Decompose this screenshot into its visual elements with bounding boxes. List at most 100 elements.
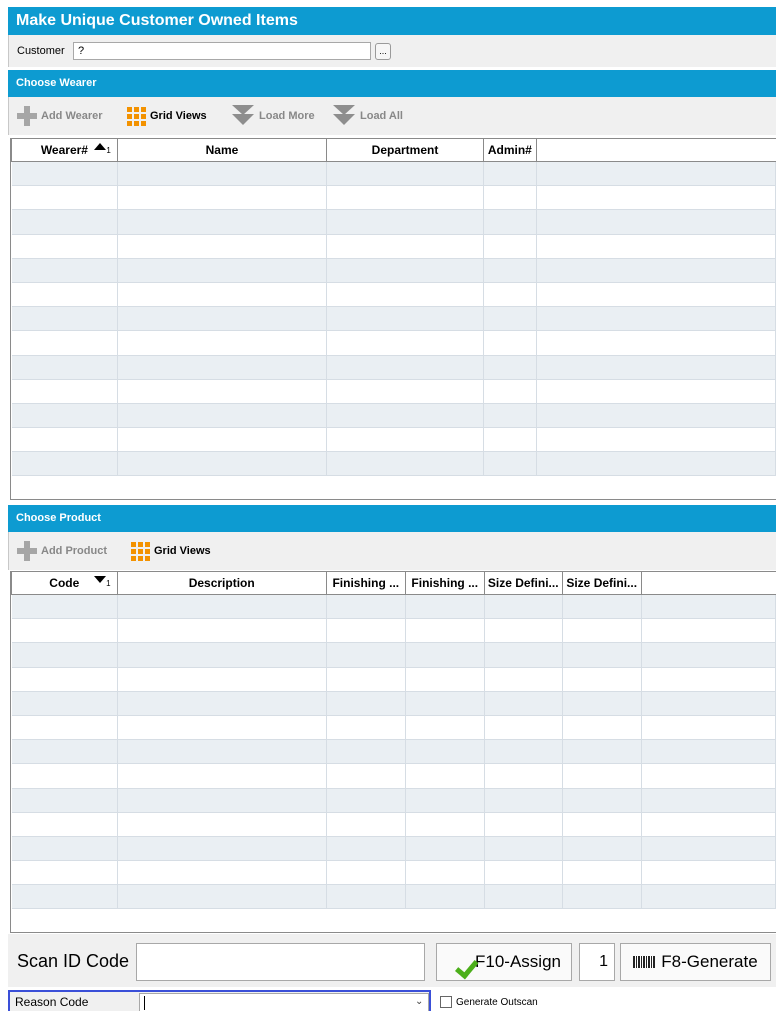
- table-cell: [562, 884, 642, 910]
- table-row[interactable]: [11, 209, 776, 235]
- table-row[interactable]: [11, 642, 776, 668]
- table-cell: [641, 594, 776, 620]
- column-header-size-definition-2[interactable]: Size Defini...: [561, 571, 642, 595]
- add-wearer-label: Add Wearer: [41, 110, 103, 122]
- table-cell: [405, 618, 485, 644]
- column-header-department[interactable]: Department: [326, 138, 484, 162]
- assign-button[interactable]: F10-Assign: [436, 943, 572, 981]
- table-cell: [484, 715, 563, 741]
- table-row[interactable]: [11, 355, 776, 380]
- table-row[interactable]: [11, 427, 776, 453]
- column-header-finishing-2[interactable]: Finishing ...: [404, 571, 485, 595]
- table-cell: [11, 667, 118, 692]
- scan-row: Scan ID Code F10-Assign 1 F8-Generate: [8, 934, 776, 987]
- customer-lookup-button[interactable]: ...: [375, 43, 391, 60]
- table-cell: [326, 234, 484, 259]
- load-all-button[interactable]: Load All: [332, 97, 403, 135]
- generate-outscan-checkbox[interactable]: [440, 996, 452, 1008]
- barcode-icon: [633, 956, 656, 968]
- table-cell: [483, 427, 537, 453]
- table-row[interactable]: [11, 715, 776, 741]
- table-cell: [536, 330, 776, 356]
- assign-label: F10-Assign: [475, 952, 561, 971]
- table-row[interactable]: [11, 884, 776, 910]
- table-row[interactable]: [11, 739, 776, 765]
- grid-icon: [127, 106, 146, 126]
- column-header-finishing-1[interactable]: Finishing ...: [325, 571, 406, 595]
- table-row[interactable]: [11, 836, 776, 862]
- table-cell: [483, 403, 537, 429]
- sort-descending-icon: 1: [94, 575, 111, 588]
- column-header-description[interactable]: Description: [116, 571, 327, 595]
- add-product-label: Add Product: [41, 545, 107, 557]
- table-row[interactable]: [11, 185, 776, 211]
- chevron-double-down-icon: [332, 105, 356, 127]
- table-cell: [536, 161, 776, 187]
- table-cell: [536, 209, 776, 235]
- generate-button[interactable]: F8-Generate: [620, 943, 771, 981]
- table-cell: [326, 594, 406, 620]
- table-row[interactable]: [11, 618, 776, 644]
- product-toolbar: Add Product Grid Views: [8, 532, 776, 570]
- scan-id-input[interactable]: [136, 943, 425, 981]
- table-cell: [117, 403, 328, 429]
- customer-input[interactable]: ?: [73, 42, 371, 60]
- load-more-button[interactable]: Load More: [231, 97, 315, 135]
- table-cell: [562, 594, 642, 620]
- table-cell: [484, 667, 563, 692]
- table-cell: [117, 667, 327, 692]
- quantity-input[interactable]: 1: [579, 943, 615, 981]
- table-row[interactable]: [11, 594, 776, 620]
- table-cell: [326, 618, 406, 644]
- table-row[interactable]: [11, 763, 776, 789]
- table-row[interactable]: [11, 667, 776, 692]
- generate-outscan-toggle[interactable]: Generate Outscan: [440, 996, 538, 1008]
- table-row[interactable]: [11, 234, 776, 259]
- table-cell: [641, 836, 776, 862]
- chevron-down-icon[interactable]: ⌄: [415, 996, 423, 1007]
- column-header-size-definition-1[interactable]: Size Defini...: [483, 571, 563, 595]
- table-cell: [326, 282, 484, 308]
- table-row[interactable]: [11, 691, 776, 716]
- table-cell: [483, 185, 537, 211]
- column-header-code[interactable]: Code 1: [11, 571, 118, 595]
- table-cell: [11, 691, 118, 716]
- column-header-wearer-number[interactable]: Wearer# 1: [11, 138, 118, 162]
- table-cell: [405, 739, 485, 765]
- table-cell: [117, 594, 327, 620]
- table-cell: [483, 330, 537, 356]
- load-more-label: Load More: [259, 110, 315, 122]
- table-cell: [641, 884, 776, 910]
- table-row[interactable]: [11, 258, 776, 283]
- wearer-grid[interactable]: Wearer# 1 Name Department Admin#: [10, 138, 776, 500]
- table-cell: [483, 282, 537, 308]
- customer-row: Customer ? ...: [8, 35, 776, 67]
- table-cell: [326, 739, 406, 765]
- table-row[interactable]: [11, 161, 776, 187]
- column-header-name[interactable]: Name: [116, 138, 328, 162]
- column-header-admin-number[interactable]: Admin#: [482, 138, 537, 162]
- table-row[interactable]: [11, 451, 776, 477]
- add-product-button[interactable]: Add Product: [17, 532, 107, 570]
- table-row[interactable]: [11, 306, 776, 332]
- table-row[interactable]: [11, 282, 776, 308]
- wearer-grid-views-button[interactable]: Grid Views: [127, 97, 207, 135]
- table-cell: [117, 884, 327, 910]
- add-wearer-button[interactable]: Add Wearer: [17, 97, 103, 135]
- table-cell: [562, 763, 642, 789]
- customer-label: Customer: [17, 45, 65, 57]
- table-row[interactable]: [11, 379, 776, 404]
- product-grid-views-button[interactable]: Grid Views: [131, 532, 211, 570]
- table-cell: [483, 379, 537, 404]
- table-row[interactable]: [11, 403, 776, 429]
- table-cell: [11, 860, 118, 886]
- product-table: Code 1 Description Finishing ... Finishin…: [11, 571, 776, 910]
- table-row[interactable]: [11, 788, 776, 813]
- product-grid[interactable]: Code 1 Description Finishing ... Finishin…: [10, 571, 776, 933]
- table-row[interactable]: [11, 812, 776, 837]
- table-cell: [326, 836, 406, 862]
- table-cell: [405, 642, 485, 668]
- table-row[interactable]: [11, 860, 776, 886]
- table-row[interactable]: [11, 330, 776, 356]
- reason-code-select[interactable]: ⌄: [139, 993, 429, 1011]
